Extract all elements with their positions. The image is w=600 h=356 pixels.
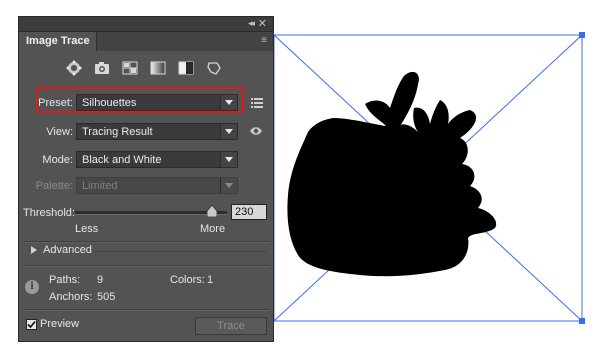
checkmark-icon — [27, 320, 36, 329]
palette-label: Palette: — [35, 180, 73, 192]
view-label: View: — [46, 126, 73, 138]
divider — [23, 265, 269, 267]
tab-image-trace[interactable]: Image Trace — [19, 32, 97, 51]
chevron-down-icon — [220, 152, 237, 167]
manage-presets-icon[interactable] — [251, 98, 263, 108]
high-color-icon[interactable] — [93, 59, 111, 77]
trace-button[interactable]: Trace — [195, 317, 267, 335]
threshold-more-label: More — [200, 223, 226, 235]
mode-dropdown[interactable]: Black and White — [76, 151, 238, 168]
threshold-slider-track[interactable] — [75, 211, 227, 215]
chevron-down-icon — [220, 124, 237, 139]
preset-dropdown[interactable]: Silhouettes — [76, 94, 238, 111]
paths-label: Paths: — [49, 274, 81, 286]
divider — [23, 241, 269, 243]
eye-icon[interactable] — [249, 126, 263, 136]
colors-label: Colors: — [170, 274, 205, 286]
threshold-input[interactable]: 230 — [231, 204, 267, 220]
black-white-icon[interactable] — [177, 59, 195, 77]
grayscale-icon[interactable] — [149, 59, 167, 77]
anchors-value: 505 — [97, 291, 116, 303]
palette-dropdown[interactable]: Limited — [76, 177, 238, 194]
panel-tab-row: Image Trace ≡ — [19, 32, 273, 51]
info-icon: i — [25, 280, 39, 294]
anchors-label: Anchors: — [49, 291, 93, 303]
threshold-less-label: Less — [75, 223, 99, 235]
divider — [23, 309, 269, 311]
palette-value: Limited — [82, 180, 118, 192]
close-panel-button[interactable]: ✕ — [258, 17, 267, 30]
image-trace-panel: ◂◂ ✕ Image Trace ≡ Preset: Silhouettes V… — [18, 16, 274, 342]
chevron-down-icon — [220, 95, 237, 110]
preset-value: Silhouettes — [82, 97, 137, 109]
view-dropdown[interactable]: Tracing Result — [76, 123, 238, 140]
auto-color-icon[interactable] — [65, 59, 83, 77]
view-value: Tracing Result — [82, 126, 153, 138]
preview-label: Preview — [40, 318, 80, 330]
threshold-label: Threshold: — [23, 207, 75, 219]
traced-silhouette — [287, 71, 497, 277]
threshold-slider-thumb[interactable] — [206, 205, 217, 217]
mode-value: Black and White — [82, 154, 162, 166]
low-color-icon[interactable] — [121, 59, 139, 77]
preset-label: Preset: — [38, 97, 73, 109]
colors-value: 1 — [207, 274, 214, 286]
disclosure-triangle-icon[interactable] — [31, 246, 37, 254]
collapse-panel-button[interactable]: ◂◂ — [248, 18, 255, 29]
mode-label: Mode: — [42, 154, 73, 166]
advanced-rule — [95, 251, 267, 252]
advanced-toggle[interactable]: Advanced — [43, 244, 92, 256]
chevron-down-icon — [220, 178, 237, 193]
panel-header-bar: ◂◂ ✕ — [19, 17, 273, 32]
preview-checkbox[interactable] — [26, 319, 37, 330]
panel-menu-icon[interactable]: ≡ — [261, 35, 267, 46]
outline-icon[interactable] — [205, 59, 223, 77]
paths-value: 9 — [97, 274, 104, 286]
